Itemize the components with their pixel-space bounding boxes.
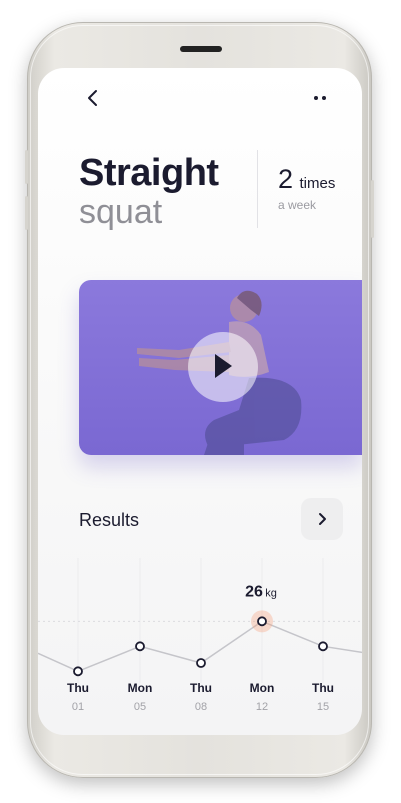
exercise-video-card[interactable] [79, 280, 362, 455]
divider [257, 150, 258, 228]
phone-side-button [25, 150, 28, 184]
x-tick-day-label: Thu [312, 681, 334, 695]
chevron-left-icon [88, 90, 97, 106]
data-point[interactable] [257, 616, 267, 627]
frequency: 2 times [278, 164, 335, 195]
phone-side-button [371, 180, 374, 238]
data-point[interactable] [196, 658, 206, 668]
play-button[interactable] [188, 332, 258, 402]
frequency-value: 2 [278, 164, 294, 194]
x-tick-day-label: Mon [250, 681, 275, 695]
play-icon [215, 354, 232, 378]
back-button[interactable] [82, 86, 106, 110]
x-tick-day-label: Thu [190, 681, 212, 695]
app-screen: Straight squat 2 times a week Results 26… [38, 68, 362, 735]
x-tick-date-label: 01 [72, 701, 84, 713]
highlight-value-label: 26 [245, 583, 263, 600]
results-heading: Results [79, 510, 140, 530]
results-line-chart: 26 kg Thu Mon Thu Mon Thu 01 05 08 12 15 [38, 558, 362, 713]
exercise-title-line2: squat [79, 193, 163, 231]
frequency-unit: times [299, 175, 336, 192]
x-tick-date-label: 12 [256, 701, 268, 713]
x-tick-date-label: 15 [317, 701, 329, 713]
exercise-title-line1: Straight [79, 152, 219, 194]
results-next-button[interactable] [301, 498, 343, 540]
highlight-unit-label: kg [265, 587, 277, 599]
data-point[interactable] [135, 641, 145, 652]
phone-speaker [180, 46, 222, 52]
more-options-button[interactable] [308, 86, 332, 110]
x-tick-date-label: 05 [134, 701, 146, 713]
phone-side-button [25, 196, 28, 230]
chevron-right-icon [319, 513, 326, 525]
more-dots-icon [314, 96, 326, 100]
x-tick-date-label: 08 [195, 701, 207, 713]
frequency-period: a week [278, 198, 317, 212]
x-tick-day-label: Mon [128, 681, 153, 695]
data-point[interactable] [318, 641, 328, 652]
data-point[interactable] [73, 666, 83, 677]
x-tick-day-label: Thu [67, 681, 89, 695]
